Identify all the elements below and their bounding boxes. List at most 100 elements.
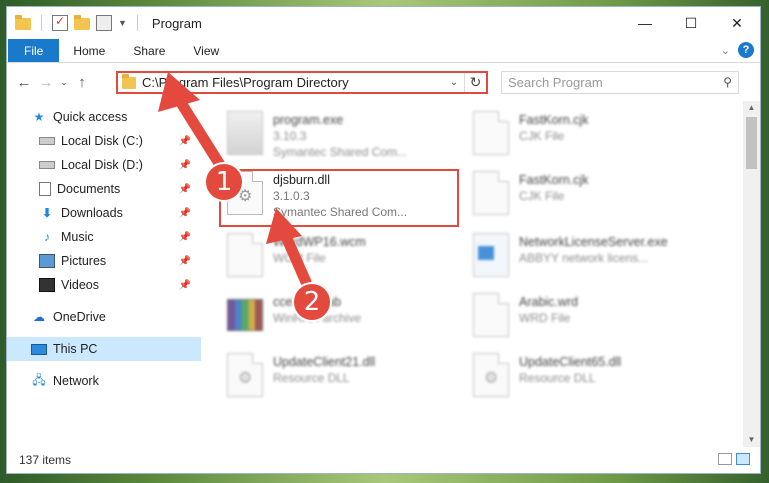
exe-icon	[227, 111, 263, 155]
sidebar-item-label: Network	[53, 374, 99, 388]
file-item[interactable]: NetworkLicenseServer.exe ABBYY network l…	[473, 233, 713, 291]
scroll-up-icon[interactable]: ▲	[743, 101, 760, 115]
file-type: WRD File	[519, 311, 571, 325]
sidebar-item-videos[interactable]: Videos 📌	[7, 273, 201, 297]
title-bar: ▼ Program — ☐ ✕	[7, 7, 760, 39]
sidebar-item-label: Downloads	[61, 206, 123, 220]
sidebar-item-label: OneDrive	[53, 310, 106, 324]
file-type: Resource DLL	[273, 371, 350, 385]
dll-icon	[473, 353, 509, 397]
file-item[interactable]: ccelfiles.cab WinRAR archive	[227, 293, 467, 351]
sidebar-item-label: This PC	[53, 342, 98, 356]
file-name: UpdateClient65.dll	[519, 355, 622, 369]
expand-ribbon-icon[interactable]: ⌄	[721, 44, 730, 57]
pictures-icon	[39, 254, 55, 268]
sidebar-item-documents[interactable]: Documents 📌	[7, 177, 201, 201]
highlight-box	[219, 169, 459, 227]
file-name: NetworkLicenseServer.exe	[519, 235, 668, 249]
recent-dropdown[interactable]: ⌄	[57, 77, 71, 88]
file-type: WCM File	[273, 251, 326, 265]
navigation-pane: ★ Quick access Local Disk (C:) 📌 Local D…	[7, 101, 201, 447]
sidebar-item-local-disk-d[interactable]: Local Disk (D:) 📌	[7, 153, 201, 177]
file-item[interactable]: Arabic.wrd WRD File	[473, 293, 713, 351]
window-title: Program	[151, 15, 202, 31]
tab-home[interactable]: Home	[59, 39, 119, 62]
file-icon	[473, 111, 509, 155]
separator	[136, 15, 138, 31]
properties-icon[interactable]	[52, 14, 68, 31]
folder-icon[interactable]	[15, 15, 31, 30]
forward-button[interactable]: →	[35, 74, 57, 91]
star-icon: ★	[33, 110, 45, 124]
sidebar-item-quick-access[interactable]: ★ Quick access	[7, 105, 201, 129]
exe-icon	[473, 233, 509, 277]
computer-icon	[31, 343, 47, 355]
search-input[interactable]: Search Program ⚲	[501, 71, 739, 94]
file-icon	[227, 233, 263, 277]
chevron-down-icon[interactable]: ▼	[118, 18, 127, 28]
pin-icon[interactable]: 📌	[179, 256, 191, 267]
status-bar: 137 items	[7, 447, 760, 473]
file-item[interactable]: UpdateClient21.dll Resource DLL	[227, 353, 467, 411]
file-name: UpdateClient21.dll	[273, 355, 376, 369]
address-dropdown-icon[interactable]: ⌄	[444, 77, 464, 88]
file-type: ABBYY network licens...	[519, 251, 649, 265]
view-toggle	[718, 453, 750, 465]
file-explorer-window: ▼ Program — ☐ ✕ File Home Share View ⌄ ?…	[6, 6, 761, 474]
file-description: Symantec Shared Com...	[273, 145, 408, 159]
close-button[interactable]: ✕	[714, 7, 760, 39]
customize-icon[interactable]	[96, 15, 112, 31]
tiles-view-icon[interactable]	[736, 453, 750, 465]
sidebar-item-local-disk-c[interactable]: Local Disk (C:) 📌	[7, 129, 201, 153]
sidebar-item-network[interactable]: 🖧 Network	[7, 369, 201, 393]
search-icon: ⚲	[723, 75, 732, 89]
sidebar-item-downloads[interactable]: ⬇ Downloads 📌	[7, 201, 201, 225]
sidebar-item-label: Pictures	[61, 254, 107, 268]
pin-icon[interactable]: 📌	[179, 280, 191, 291]
separator	[41, 15, 42, 31]
scroll-down-icon[interactable]: ▼	[743, 433, 760, 447]
sidebar-item-music[interactable]: ♪ Music 📌	[7, 225, 201, 249]
file-item[interactable]: FastKorn.cjk CJK File	[473, 111, 713, 169]
scroll-thumb[interactable]	[746, 117, 757, 169]
file-item[interactable]: program.exe 3.10.3 Symantec Shared Com..…	[227, 111, 467, 169]
vertical-scrollbar[interactable]: ▲ ▼	[743, 101, 760, 447]
search-placeholder: Search Program	[508, 75, 603, 90]
refresh-icon[interactable]: ↻	[464, 73, 486, 92]
file-name: program.exe	[273, 113, 344, 127]
help-icon[interactable]: ?	[738, 42, 754, 58]
ribbon-tabs: File Home Share View ⌄ ?	[7, 39, 760, 63]
sidebar-item-onedrive[interactable]: ☁ OneDrive	[7, 305, 201, 329]
file-item[interactable]: FastKorn.cjk CJK File	[473, 171, 713, 229]
pin-icon[interactable]: 📌	[179, 208, 191, 219]
tab-file[interactable]: File	[8, 39, 60, 62]
maximize-button[interactable]: ☐	[668, 7, 714, 39]
network-icon: 🖧	[32, 372, 46, 387]
file-item[interactable]: UpdateClient65.dll Resource DLL	[473, 353, 713, 411]
pin-icon[interactable]: 📌	[179, 184, 191, 195]
tab-share[interactable]: Share	[119, 39, 179, 62]
music-icon: ♪	[44, 230, 50, 244]
pin-icon[interactable]: 📌	[179, 136, 191, 147]
pin-icon[interactable]: 📌	[179, 232, 191, 243]
address-text[interactable]: C:\Program Files\Program Directory	[142, 75, 444, 90]
address-bar[interactable]: C:\Program Files\Program Directory ⌄ ↻	[116, 71, 488, 94]
file-item[interactable]: WordWP16.wcm WCM File	[227, 233, 467, 291]
file-type: CJK File	[519, 129, 565, 143]
step-2-badge: 2	[292, 282, 332, 322]
sidebar-item-this-pc[interactable]: This PC	[7, 337, 201, 361]
file-version: 3.10.3	[273, 129, 307, 143]
tab-view[interactable]: View	[179, 39, 233, 62]
minimize-button[interactable]: —	[622, 7, 668, 39]
sidebar-item-pictures[interactable]: Pictures 📌	[7, 249, 201, 273]
new-folder-icon[interactable]	[74, 15, 90, 30]
file-icon	[473, 171, 509, 215]
pin-icon[interactable]: 📌	[179, 160, 191, 171]
file-type: CJK File	[519, 189, 565, 203]
details-view-icon[interactable]	[718, 453, 732, 465]
folder-icon	[122, 73, 136, 89]
back-button[interactable]: ←	[13, 74, 35, 91]
up-button[interactable]: ↑	[71, 74, 93, 91]
cloud-icon: ☁	[33, 310, 45, 324]
sidebar-item-label: Documents	[57, 182, 121, 196]
